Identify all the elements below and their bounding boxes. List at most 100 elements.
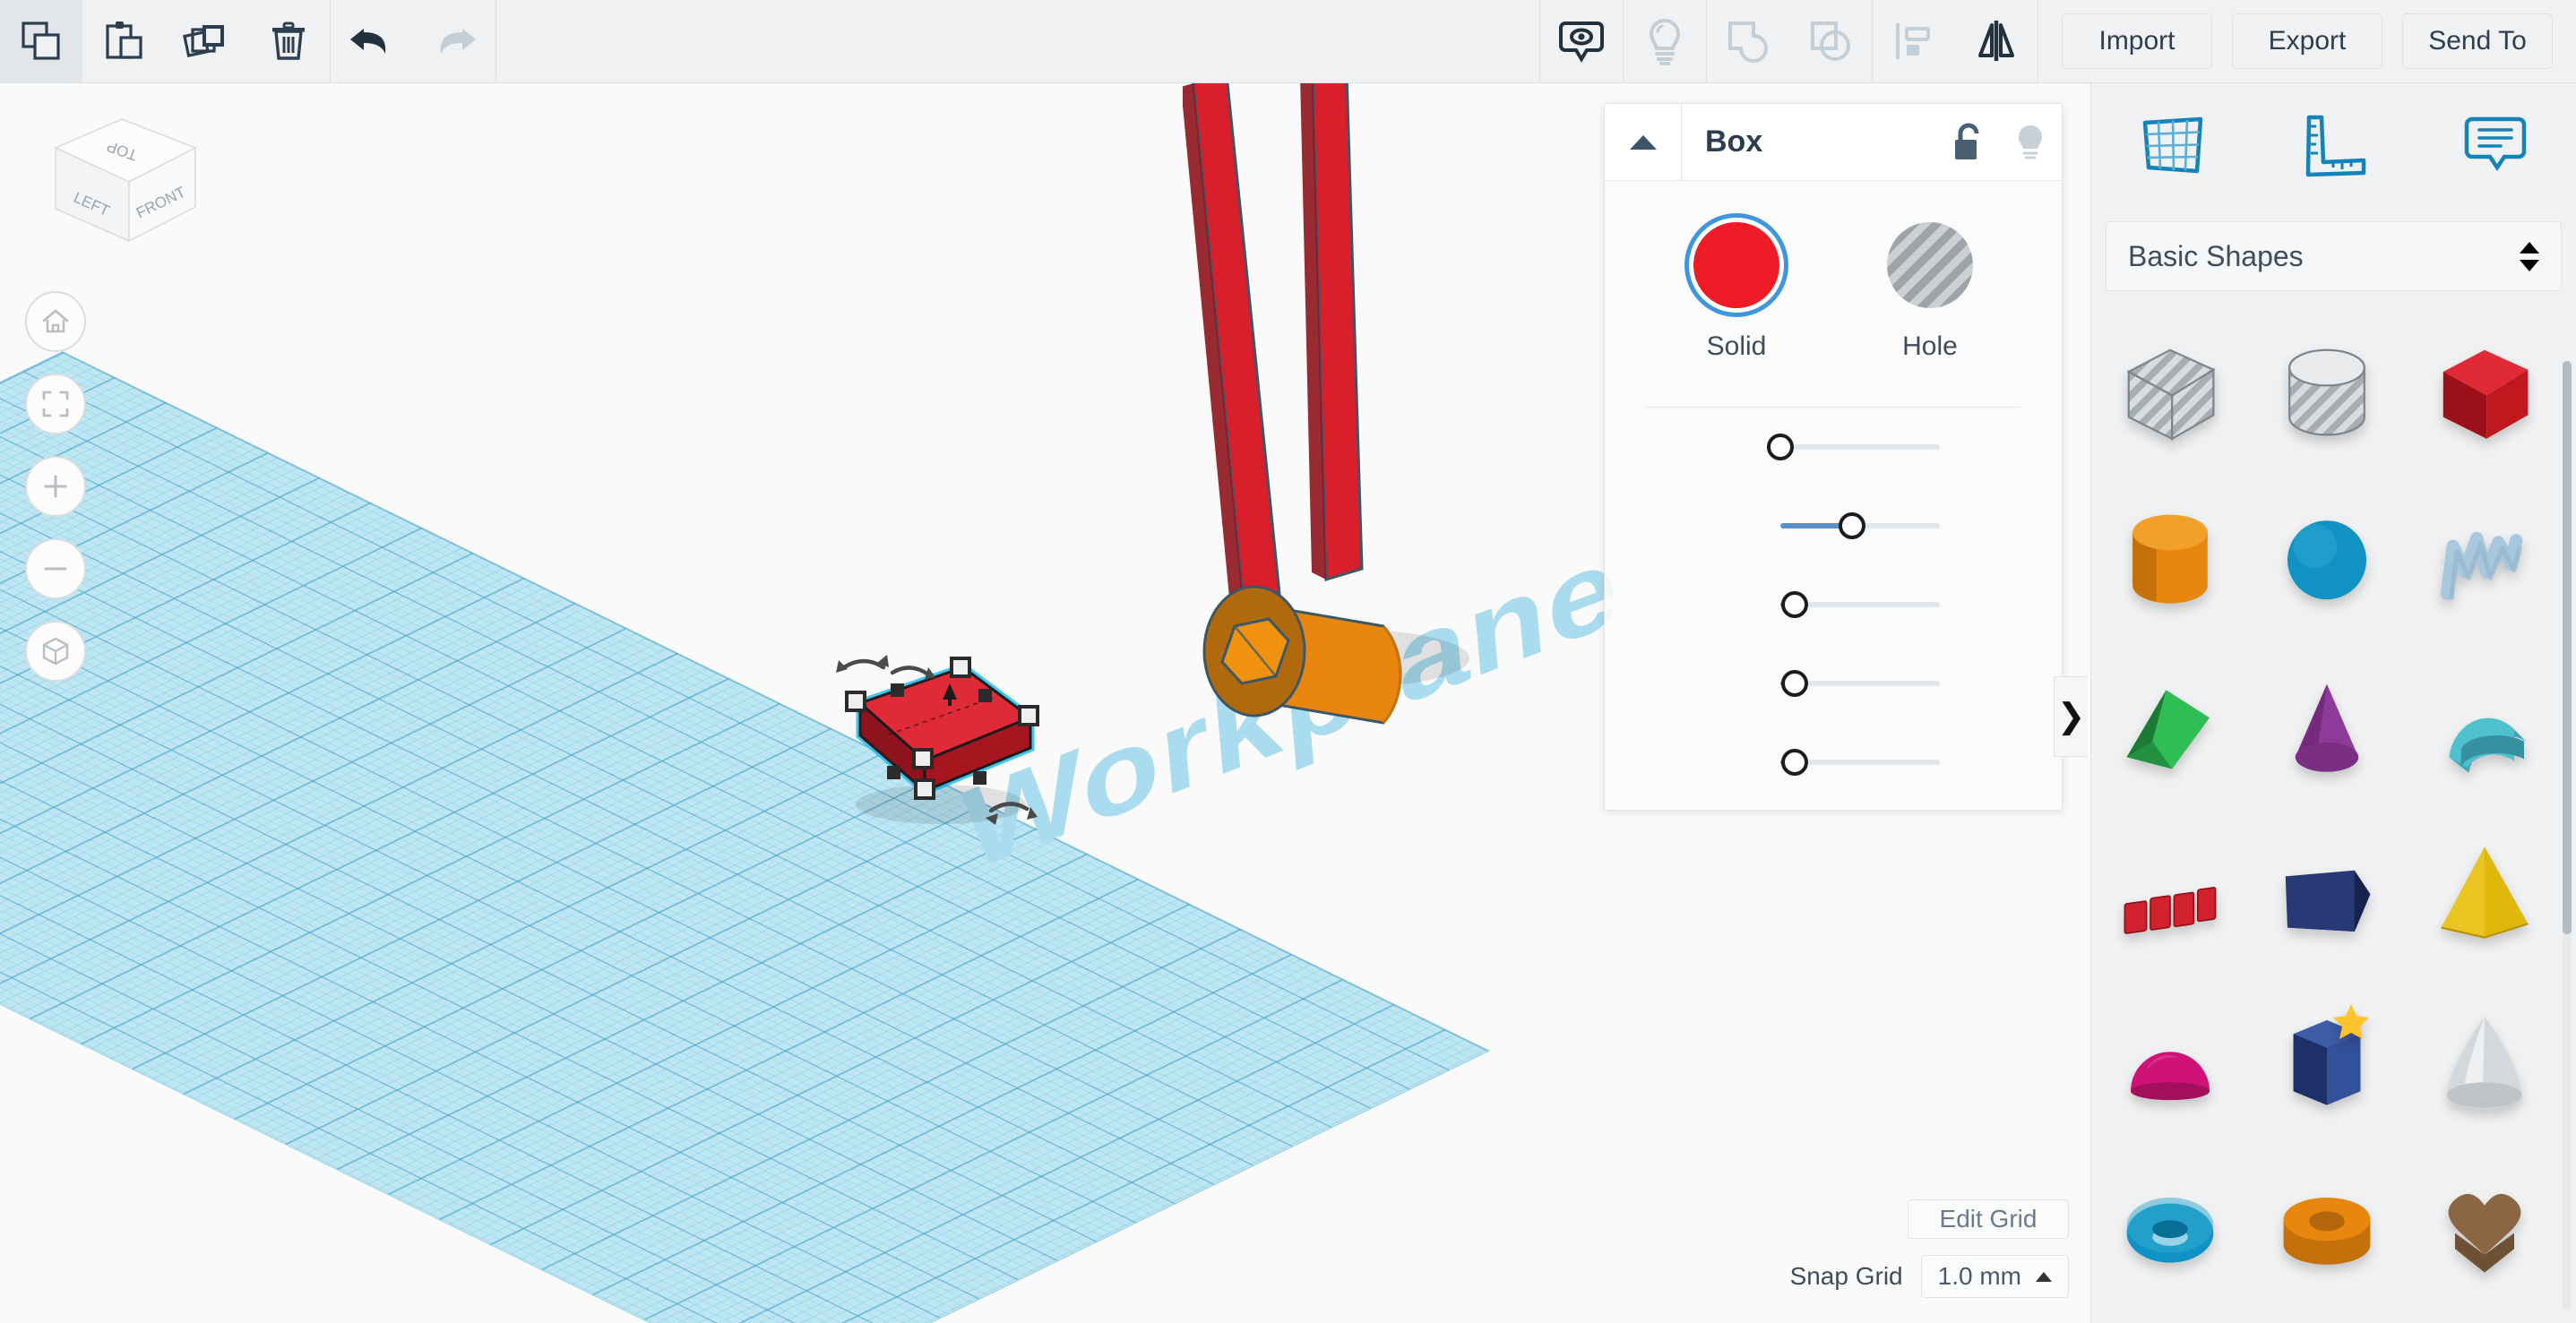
send-to-button[interactable]: Send To <box>2402 13 2553 69</box>
copy-button[interactable] <box>0 0 82 82</box>
shape-tube[interactable] <box>2249 1145 2407 1309</box>
shape-cone[interactable] <box>2249 643 2407 807</box>
shapes-scrollbar[interactable] <box>2563 361 2572 1310</box>
undo-button[interactable] <box>331 0 413 82</box>
red-bar-left <box>1183 83 1279 605</box>
slider-track-steps[interactable] <box>1780 523 1940 528</box>
solid-swatch[interactable] <box>1693 222 1779 308</box>
slider-knob[interactable] <box>1839 512 1865 539</box>
shape-scribble[interactable] <box>2406 477 2563 640</box>
slider-row-radius <box>1646 408 2020 486</box>
hole-swatch[interactable] <box>1887 222 1973 308</box>
fit-view-button[interactable] <box>25 374 86 434</box>
note-icon[interactable] <box>2415 83 2576 209</box>
shape-paraboloid[interactable] <box>2406 978 2563 1142</box>
shape-sphere[interactable] <box>2249 477 2407 640</box>
shape-category-select[interactable]: Basic Shapes <box>2106 221 2562 291</box>
hole-label: Hole <box>1902 331 1958 362</box>
import-button[interactable]: Import <box>2062 13 2212 69</box>
show-hide-button[interactable] <box>1540 0 1623 82</box>
spinner-icon <box>2520 242 2539 271</box>
hole-option[interactable]: Hole <box>1887 222 1973 362</box>
slider-row-length <box>1646 565 2020 644</box>
solid-option[interactable]: Solid <box>1693 222 1779 362</box>
file-actions-group: Import Export Send To <box>2038 0 2576 82</box>
zoom-in-button[interactable] <box>25 456 86 517</box>
sidebar-tool-icons <box>2091 83 2576 209</box>
align-button[interactable] <box>1873 0 1955 82</box>
top-toolbar: Import Export Send To <box>0 0 2576 83</box>
shape-properties-panel: Box Solid Hole <box>1604 103 2063 811</box>
slider-knob[interactable] <box>1781 670 1808 697</box>
delete-button[interactable] <box>247 0 330 82</box>
duplicate-button[interactable] <box>165 0 247 82</box>
grid-controls: Edit Grid Snap Grid 1.0 mm <box>1790 1199 2069 1298</box>
shape-cylinder-hole[interactable] <box>2249 309 2407 473</box>
properties-panel-header: Box <box>1605 104 2062 181</box>
perspective-toggle-button[interactable] <box>25 621 86 682</box>
shape-box[interactable] <box>2406 309 2563 473</box>
snap-grid-label: Snap Grid <box>1790 1262 1903 1291</box>
home-view-button[interactable] <box>25 291 86 352</box>
chevron-right-icon[interactable]: ❯ <box>2054 676 2088 757</box>
snap-grid-value: 1.0 mm <box>1938 1262 2021 1291</box>
shape-text[interactable] <box>2091 811 2249 975</box>
slider-row-width <box>1646 644 2020 723</box>
view-cube[interactable]: TOP LEFT FRONT <box>36 101 215 262</box>
slider-row-height <box>1646 723 2020 802</box>
navigation-buttons <box>25 291 86 682</box>
ruler-icon[interactable] <box>2253 83 2414 209</box>
shape-torus[interactable] <box>2091 1145 2249 1309</box>
properties-panel-title: Box <box>1682 125 1936 159</box>
shape-round-roof[interactable] <box>2406 643 2563 807</box>
edit-grid-button[interactable]: Edit Grid <box>1908 1199 2069 1239</box>
shapes-grid <box>2091 309 2576 1312</box>
lightbulb-icon[interactable] <box>1999 122 2062 163</box>
export-button[interactable]: Export <box>2232 13 2382 69</box>
caret-up-icon <box>2036 1272 2052 1282</box>
collapse-panel-button[interactable] <box>1605 104 1682 180</box>
workplane-icon[interactable] <box>2091 83 2253 209</box>
properties-panel-body: Solid Hole <box>1605 181 2062 802</box>
history-tools-group <box>331 0 495 82</box>
shape-half-sphere[interactable] <box>2091 978 2249 1142</box>
shapes-sidebar: Basic Shapes <box>2090 83 2576 1323</box>
solid-label: Solid <box>1707 331 1767 362</box>
star-icon <box>2330 1001 2372 1043</box>
redo-button[interactable] <box>413 0 495 82</box>
light-button[interactable] <box>1624 0 1706 82</box>
paste-button[interactable] <box>82 0 165 82</box>
edit-tools-group <box>0 0 330 82</box>
solid-hole-selector: Solid Hole <box>1646 181 2020 362</box>
shape-cylinder[interactable] <box>2091 477 2249 640</box>
shapes-scrollbar-thumb[interactable] <box>2563 361 2572 934</box>
toolbar-spacer <box>496 0 1539 82</box>
shape-polygon-box[interactable] <box>2249 811 2407 975</box>
slider-knob[interactable] <box>1781 591 1808 618</box>
shape-roof[interactable] <box>2091 643 2249 807</box>
shape-category-label: Basic Shapes <box>2128 240 2520 273</box>
snap-grid-select[interactable]: 1.0 mm <box>1921 1255 2069 1298</box>
slider-track-width[interactable] <box>1780 681 1940 686</box>
slider-row-steps <box>1646 486 2020 565</box>
selected-red-box[interactable] <box>806 648 1039 858</box>
shape-box-hole[interactable] <box>2091 309 2249 473</box>
slider-knob[interactable] <box>1781 749 1808 776</box>
zoom-out-button[interactable] <box>25 538 86 599</box>
orange-hex-cylinder-assembly[interactable] <box>1183 83 1478 742</box>
unlock-icon[interactable] <box>1936 122 1999 163</box>
slider-track-height[interactable] <box>1780 760 1940 765</box>
view-tools-group <box>1540 0 2038 82</box>
slider-track-length[interactable] <box>1780 602 1940 607</box>
ungroup-button[interactable] <box>1789 0 1872 82</box>
red-bar-right <box>1300 83 1362 580</box>
slider-track-radius[interactable] <box>1780 444 1940 450</box>
dimension-sliders <box>1646 408 2020 802</box>
snap-grid-row: Snap Grid 1.0 mm <box>1790 1255 2069 1298</box>
shape-heart[interactable] <box>2406 1145 2563 1309</box>
slider-knob[interactable] <box>1767 434 1794 460</box>
shape-pyramid[interactable] <box>2406 811 2563 975</box>
group-button[interactable] <box>1707 0 1789 82</box>
shape-hex-prism[interactable] <box>2249 978 2407 1142</box>
mirror-button[interactable] <box>1955 0 2038 82</box>
